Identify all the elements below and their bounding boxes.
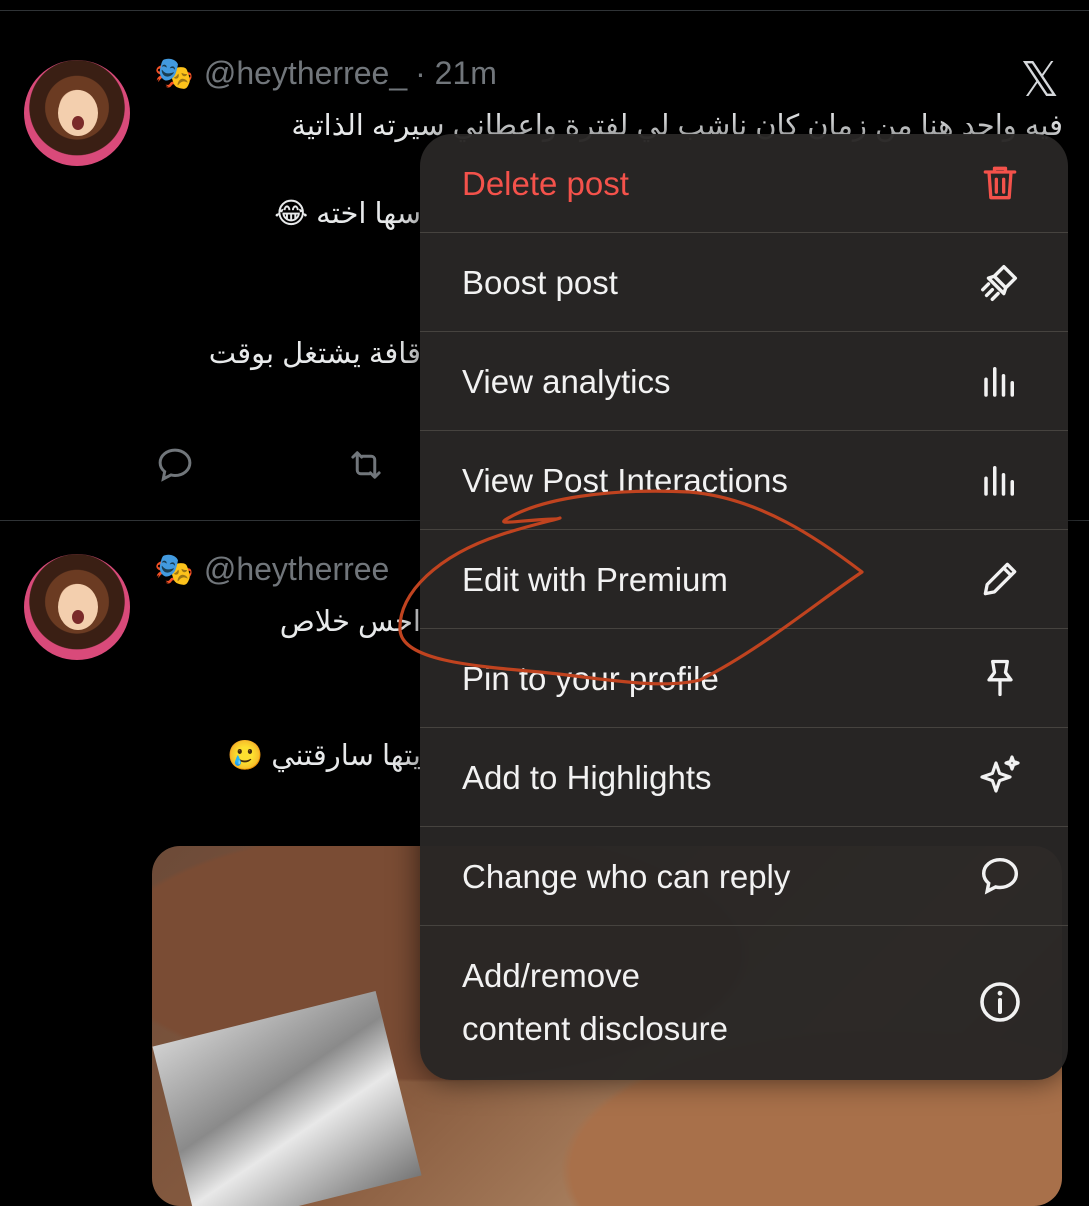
menu-item-add-to-highlights[interactable]: Add to Highlights [420, 728, 1068, 827]
post-text-line: احس خلاص [279, 606, 421, 638]
menu-item-label: Boost post [462, 263, 618, 301]
avatar[interactable] [24, 60, 130, 166]
sparkle-icon [976, 753, 1024, 801]
menu-item-label: Change who can reply [462, 857, 791, 895]
x-logo-icon: 𝕏 [1020, 52, 1059, 108]
reply-icon[interactable] [154, 444, 196, 486]
avatar[interactable] [24, 554, 130, 660]
menu-item-label: Pin to your profile [462, 659, 719, 697]
post-time: · 21m [415, 54, 497, 91]
speech-bubble-icon [976, 852, 1024, 900]
post-text-line: يتها سارقتني 🥲 [227, 740, 421, 772]
menu-item-label: Add to Highlights [462, 758, 712, 796]
menu-item-edit-with-premium[interactable]: Edit with Premium [420, 530, 1068, 629]
rocket-icon [976, 258, 1024, 306]
menu-item-pin-to-profile[interactable]: Pin to your profile [420, 629, 1068, 728]
menu-item-label: View Post Interactions [462, 461, 788, 499]
menu-item-delete-post[interactable]: Delete post [420, 134, 1068, 233]
trash-icon [976, 159, 1024, 207]
menu-item-label: View analytics [462, 362, 671, 400]
menu-item-boost-post[interactable]: Boost post [420, 233, 1068, 332]
user-handle[interactable]: @heytherree_ [204, 55, 407, 92]
post-text-line: سها اخته 😂 [274, 198, 421, 230]
menu-item-view-post-interactions[interactable]: View Post Interactions [420, 431, 1068, 530]
menu-item-label: Edit with Premium [462, 560, 728, 598]
menu-item-label: Add/remove content disclosure [462, 957, 728, 1047]
post-options-menu: Delete post Boost post View analytics Vi… [420, 134, 1068, 1080]
bar-chart-icon [976, 357, 1024, 405]
menu-item-change-who-can-reply[interactable]: Change who can reply [420, 827, 1068, 926]
post-header: 🎭 @heytherree_ · 21m [154, 54, 497, 92]
user-handle[interactable]: @heytherree [204, 551, 389, 588]
repost-icon[interactable] [344, 444, 388, 486]
post-header: 🎭 @heytherree [154, 550, 389, 588]
info-icon [976, 978, 1024, 1026]
mask-emoji: 🎭 [154, 55, 194, 91]
mask-emoji: 🎭 [154, 551, 194, 587]
post-text-line: قافة يشتغل بوقت [208, 338, 421, 370]
menu-item-content-disclosure[interactable]: Add/remove content disclosure [420, 926, 1068, 1078]
bar-chart-icon [976, 456, 1024, 504]
pin-icon [976, 654, 1024, 702]
menu-item-view-analytics[interactable]: View analytics [420, 332, 1068, 431]
pencil-icon [976, 555, 1024, 603]
menu-item-label: Delete post [462, 164, 629, 202]
